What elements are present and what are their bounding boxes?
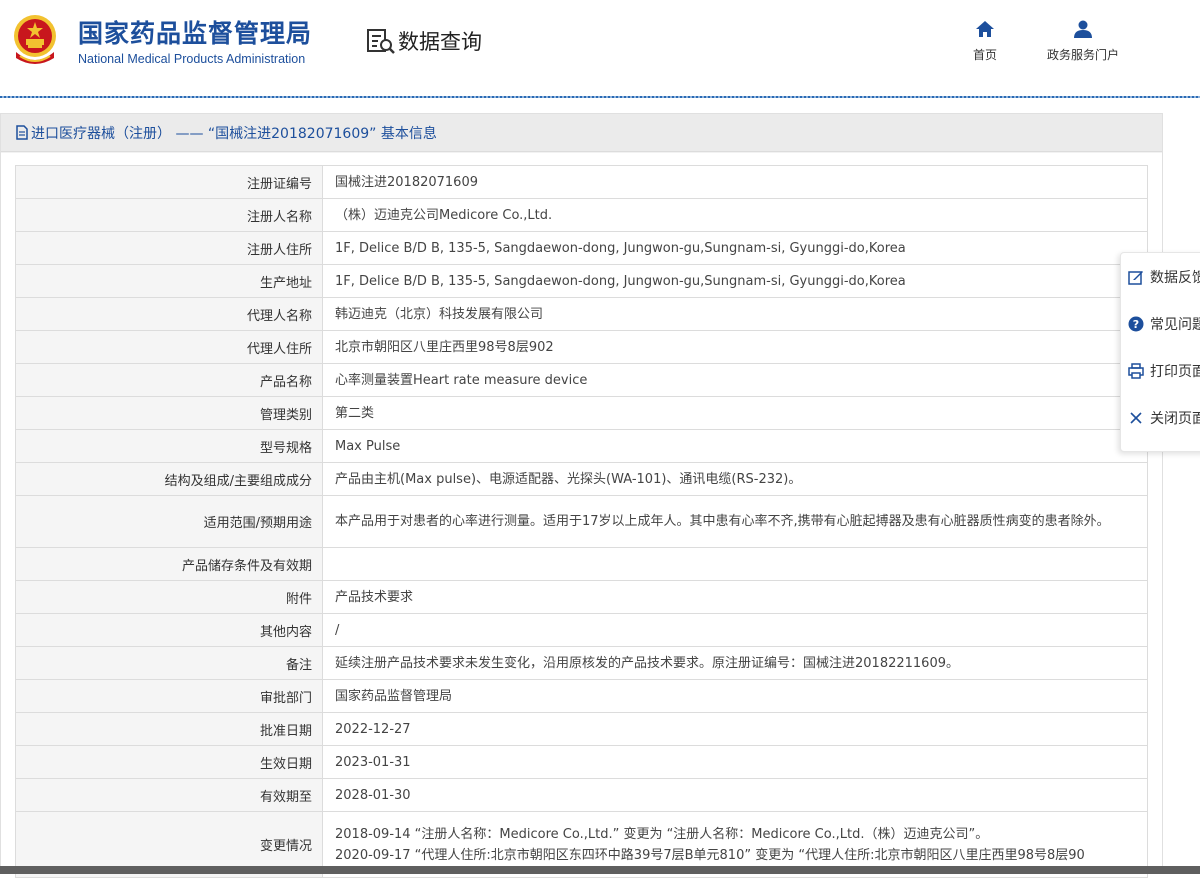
field-label: 注册人住所: [15, 231, 323, 265]
document-search-icon: [367, 29, 395, 54]
table-row: 批准日期 2022-12-27: [15, 712, 1148, 746]
org-name-en: National Medical Products Administration: [78, 52, 306, 66]
table-row: 生产地址 1F, Delice B/D B, 135-5, Sangdaewon-…: [15, 264, 1148, 298]
field-label: 型号规格: [15, 429, 323, 463]
field-value: 产品技术要求: [322, 580, 1148, 614]
table-row: 注册证编号 国械注进20182071609: [15, 165, 1148, 199]
field-label: 代理人住所: [15, 330, 323, 364]
field-label: 注册证编号: [15, 165, 323, 199]
national-emblem-icon: [14, 15, 56, 64]
table-row: 型号规格 Max Pulse: [15, 429, 1148, 463]
side-item-label: 常见问题: [1150, 317, 1200, 333]
print-icon: [1128, 363, 1144, 379]
side-item-close[interactable]: 关闭页面: [1128, 408, 1200, 428]
table-row: 有效期至 2028-01-30: [15, 778, 1148, 812]
home-icon: [976, 21, 994, 37]
document-icon: [16, 125, 28, 140]
field-value: 北京市朝阳区八里庄西里98号8层902: [322, 330, 1148, 364]
close-icon: [1130, 412, 1142, 424]
side-item-label: 数据反馈: [1150, 270, 1200, 286]
table-row: 代理人名称 韩迈迪克（北京）科技发展有限公司: [15, 297, 1148, 331]
user-icon: [1074, 20, 1092, 38]
field-value: 韩迈迪克（北京）科技发展有限公司: [322, 297, 1148, 331]
side-item-print[interactable]: 打印页面: [1128, 361, 1200, 381]
table-row: 产品名称 心率测量装置Heart rate measure device: [15, 363, 1148, 397]
field-value: 国家药品监督管理局: [322, 679, 1148, 713]
table-row: 产品储存条件及有效期: [15, 547, 1148, 581]
edit-icon: [1128, 271, 1143, 285]
side-item-faq[interactable]: ? 常见问题: [1128, 314, 1200, 334]
field-label: 批准日期: [15, 712, 323, 746]
field-value: 2022-12-27: [322, 712, 1148, 746]
field-value: 1F, Delice B/D B, 135-5, Sangdaewon-dong…: [322, 264, 1148, 298]
table-row: 管理类别 第二类: [15, 396, 1148, 430]
field-label: 产品名称: [15, 363, 323, 397]
info-table: 注册证编号 国械注进20182071609 注册人名称 （株）迈迪克公司Medicor…: [15, 165, 1148, 878]
field-value: 产品由主机(Max pulse)、电源适配器、光探头(WA-101)、通讯电缆(…: [322, 462, 1148, 496]
field-label: 管理类别: [15, 396, 323, 430]
field-value: 1F, Delice B/D B, 135-5, Sangdaewon-dong…: [322, 231, 1148, 265]
field-label: 备注: [15, 646, 323, 680]
field-value: （株）迈迪克公司Medicore Co.,Ltd.: [322, 198, 1148, 232]
header-divider: [0, 96, 1200, 98]
panel-body: 注册证编号 国械注进20182071609 注册人名称 （株）迈迪克公司Medicor…: [1, 153, 1162, 878]
svg-text:?: ?: [1133, 318, 1139, 331]
field-value: 2023-01-31: [322, 745, 1148, 779]
field-label: 生产地址: [15, 264, 323, 298]
field-value: Max Pulse: [322, 429, 1148, 463]
nav-home-label: 首页: [972, 48, 997, 62]
data-query-title: 数据查询: [366, 26, 482, 56]
side-toolbar: 数据反馈 ? 常见问题 打印页面 关闭页面: [1120, 252, 1200, 452]
table-row: 注册人名称 （株）迈迪克公司Medicore Co.,Ltd.: [15, 198, 1148, 232]
field-label: 有效期至: [15, 778, 323, 812]
nav-service-portal-label: 政务服务门户: [1046, 48, 1119, 62]
field-label: 生效日期: [15, 745, 323, 779]
window-bottom-bar: [0, 866, 1200, 874]
field-label: 注册人名称: [15, 198, 323, 232]
nav-service-portal[interactable]: 政务服务门户: [1033, 20, 1133, 63]
side-item-feedback[interactable]: 数据反馈: [1128, 267, 1200, 287]
field-label: 适用范围/预期用途: [15, 495, 323, 548]
site-header: 国家药品监督管理局 National Medical Products Admi…: [0, 0, 1200, 96]
table-row: 结构及组成/主要组成成分 产品由主机(Max pulse)、电源适配器、光探头(W…: [15, 462, 1148, 496]
table-row: 生效日期 2023-01-31: [15, 745, 1148, 779]
table-row: 适用范围/预期用途 本产品用于对患者的心率进行测量。适用于17岁以上成年人。其中患…: [15, 495, 1148, 548]
section-title: 数据查询: [398, 30, 482, 54]
field-value: 2028-01-30: [322, 778, 1148, 812]
help-icon: ?: [1128, 316, 1144, 332]
field-label: 结构及组成/主要组成成分: [15, 462, 323, 496]
field-value: /: [322, 613, 1148, 647]
panel-title: 进口医疗器械（注册） —— “国械注进20182071609” 基本信息: [1, 114, 1162, 152]
field-value: 延续注册产品技术要求未发生变化，沿用原核发的产品技术要求。原注册证编号：国械注进…: [322, 646, 1148, 680]
table-row: 审批部门 国家药品监督管理局: [15, 679, 1148, 713]
change-history-line: 2020-09-17 “代理人住所:北京市朝阳区东四环中路39号7层B单元810…: [335, 847, 1085, 863]
panel-title-text: 进口医疗器械（注册） —— “国械注进20182071609” 基本信息: [31, 125, 437, 142]
detail-panel: 进口医疗器械（注册） —— “国械注进20182071609” 基本信息 注册证…: [0, 113, 1163, 878]
table-row: 注册人住所 1F, Delice B/D B, 135-5, Sangdaewon…: [15, 231, 1148, 265]
table-row: 其他内容 /: [15, 613, 1148, 647]
field-value: 国械注进20182071609: [322, 165, 1148, 199]
table-row: 附件 产品技术要求: [15, 580, 1148, 614]
side-item-label: 关闭页面: [1150, 411, 1200, 427]
change-history-line: 2018-09-14 “注册人名称：Medicore Co.,Ltd.” 变更为…: [335, 826, 989, 842]
org-name-cn: 国家药品监督管理局: [78, 19, 313, 48]
field-label: 产品储存条件及有效期: [15, 547, 323, 581]
table-row: 代理人住所 北京市朝阳区八里庄西里98号8层902: [15, 330, 1148, 364]
field-label: 审批部门: [15, 679, 323, 713]
nav-home[interactable]: 首页: [955, 20, 1015, 63]
field-value: 本产品用于对患者的心率进行测量。适用于17岁以上成年人。其中患有心率不齐,携带有…: [322, 495, 1148, 548]
field-value: 心率测量装置Heart rate measure device: [322, 363, 1148, 397]
field-value: [322, 547, 1148, 581]
field-label: 代理人名称: [15, 297, 323, 331]
table-row: 备注 延续注册产品技术要求未发生变化，沿用原核发的产品技术要求。原注册证编号：国械…: [15, 646, 1148, 680]
field-value: 第二类: [322, 396, 1148, 430]
field-label: 附件: [15, 580, 323, 614]
side-item-label: 打印页面: [1150, 364, 1200, 380]
field-label: 其他内容: [15, 613, 323, 647]
